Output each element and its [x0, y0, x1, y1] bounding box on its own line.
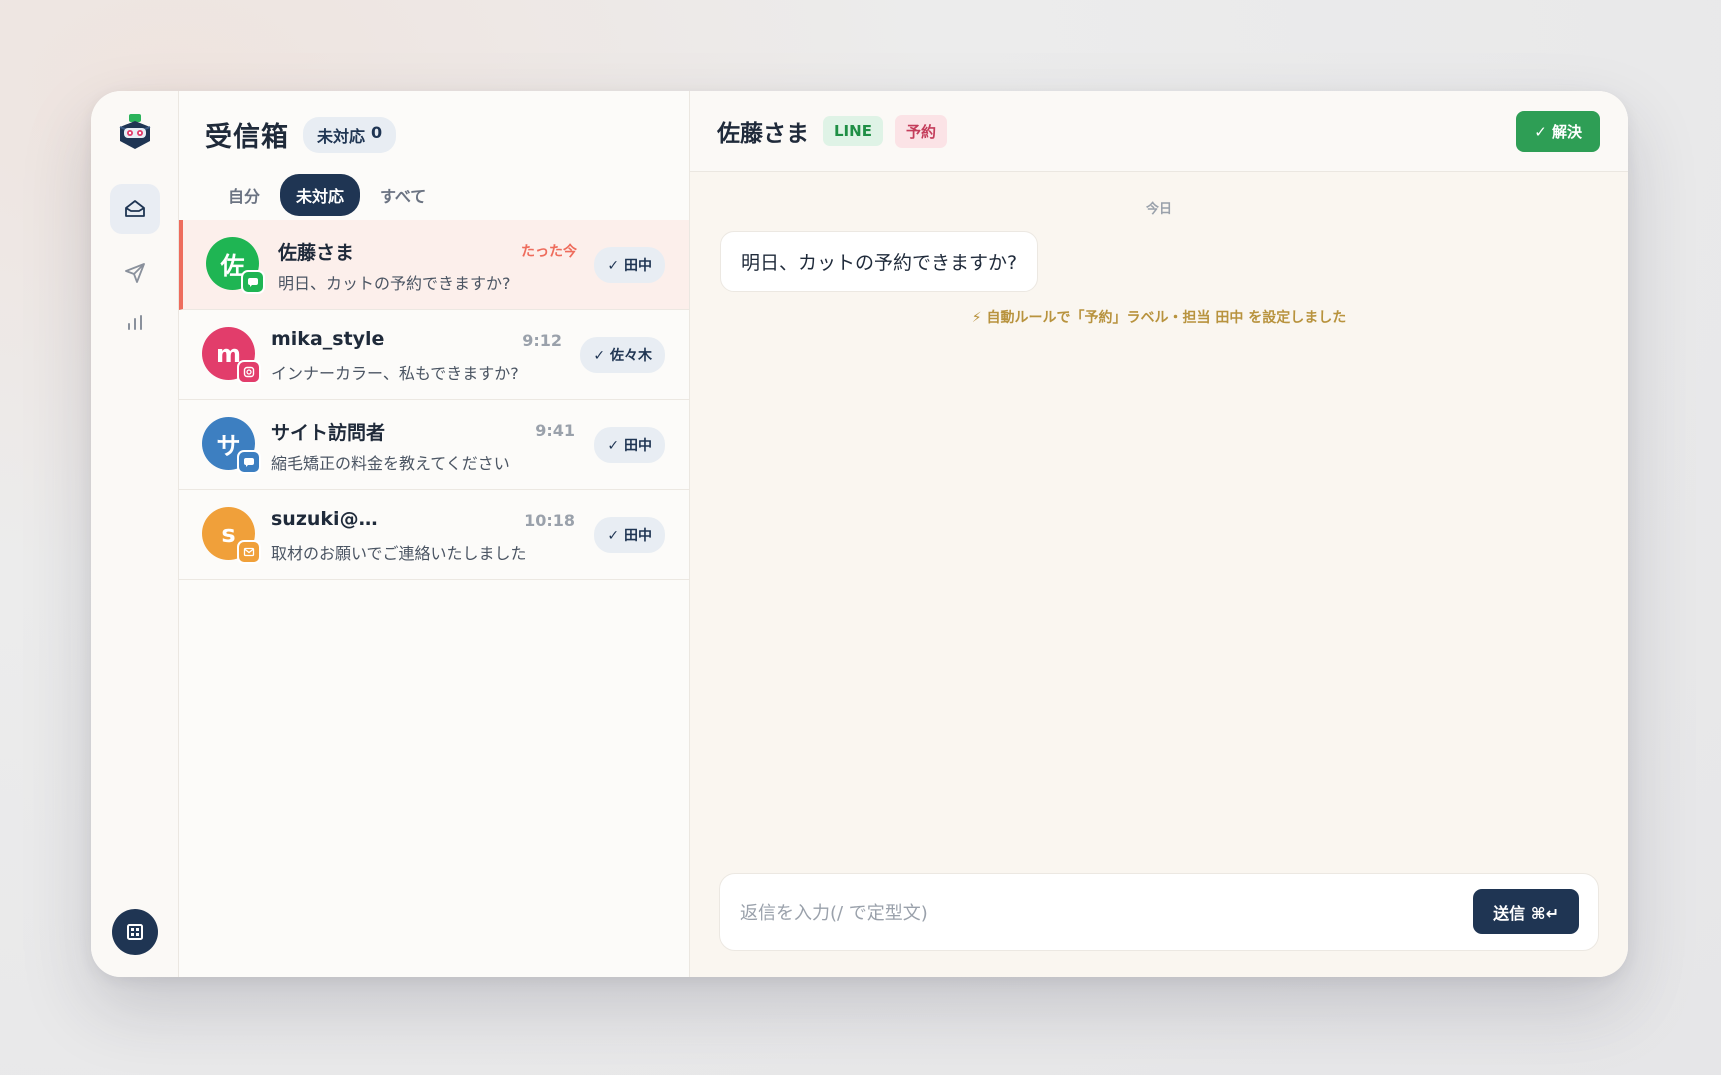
send-icon — [125, 263, 145, 283]
avatar: s — [202, 507, 261, 564]
conversation-preview: 明日、カットの予約できますか? — [278, 274, 511, 293]
nav-stats-button[interactable] — [110, 298, 160, 348]
conversation-item[interactable]: サ サイト訪問者 9:41 縮毛矯正の料金を教えてください ✓ 田中 — [179, 400, 689, 490]
avatar-initial: s — [221, 519, 236, 548]
assignee-badge[interactable]: ✓ 田中 — [594, 247, 665, 283]
tab-unhandled[interactable]: 未対応 — [280, 174, 361, 216]
incoming-message: 明日、カットの予約できますか? — [720, 231, 1039, 292]
instagram-icon — [237, 360, 261, 384]
bar-chart-icon — [128, 315, 142, 330]
unhandled-label: 未対応 — [317, 126, 366, 146]
send-button[interactable]: 送信 ⌘↵ — [1473, 889, 1579, 934]
organization-button[interactable] — [112, 909, 158, 955]
email-icon — [237, 540, 261, 564]
conversation-time: 10:18 — [524, 511, 575, 530]
sidebar-rail — [91, 91, 179, 977]
tab-mine[interactable]: 自分 — [212, 174, 276, 216]
avatar: m — [202, 327, 261, 384]
tab-all[interactable]: すべて — [364, 174, 442, 216]
inbox-header: 受信箱 未対応 0 自分 未対応 すべて — [179, 91, 689, 220]
nav-send-button[interactable] — [110, 248, 160, 298]
robot-box-logo[interactable] — [114, 113, 156, 155]
assignee-badge[interactable]: ✓ 佐々木 — [580, 337, 665, 373]
conversation-time: たった今 — [521, 244, 577, 260]
date-divider: 今日 — [1145, 202, 1172, 217]
conversation-name: サイト訪問者 — [271, 422, 386, 444]
conversation-time: 9:12 — [522, 331, 562, 350]
unhandled-count: 0 — [371, 122, 383, 142]
system-note: ⚡ 自動ルールで「予約」ラベル・担当 田中 を設定しました — [971, 310, 1347, 326]
channel-tag-line[interactable]: LINE — [823, 116, 883, 146]
conversation-item[interactable]: s suzuki@… 10:18 取材のお願いでご連絡いたしました ✓ 田中 — [179, 490, 689, 580]
avatar: サ — [202, 417, 261, 474]
conversation-preview: 取材のお願いでご連絡いたしました — [271, 544, 527, 563]
inbox-icon — [125, 200, 145, 217]
conversation-list-panel: 受信箱 未対応 0 自分 未対応 すべて 佐 佐藤さま たった今 明日、カットの… — [179, 91, 690, 977]
filter-tabs: 自分 未対応 すべて — [212, 174, 689, 216]
unhandled-count-badge: 未対応 0 — [303, 116, 397, 153]
app-window: 受信箱 未対応 0 自分 未対応 すべて 佐 佐藤さま たった今 明日、カットの… — [91, 91, 1628, 977]
reply-input[interactable] — [740, 874, 1440, 952]
conversation-time: 9:41 — [535, 421, 575, 440]
reply-composer: 送信 ⌘↵ — [719, 873, 1599, 952]
conversation-item[interactable]: m mika_style 9:12 インナーカラー、私もできますか? ✓ 佐々木 — [179, 310, 689, 400]
contact-name: 佐藤さま — [717, 121, 809, 147]
avatar: 佐 — [206, 237, 265, 294]
conversation-preview: インナーカラー、私もできますか? — [271, 364, 519, 383]
conversation-item[interactable]: 佐 佐藤さま たった今 明日、カットの予約できますか? ✓ 田中 — [179, 220, 689, 310]
assignee-badge[interactable]: ✓ 田中 — [594, 517, 665, 553]
conversation-name: suzuki@… — [271, 508, 378, 530]
resolve-button[interactable]: ✓ 解決 — [1516, 111, 1600, 152]
page-title: 受信箱 — [205, 122, 289, 153]
conversation-name: mika_style — [271, 328, 385, 350]
conversation-preview: 縮毛矯正の料金を教えてください — [271, 454, 510, 473]
conversation-name: 佐藤さま — [278, 242, 355, 264]
chat-header: 佐藤さま LINE 予約 ✓ 解決 — [690, 91, 1628, 172]
web-chat-icon — [237, 450, 261, 474]
line-icon — [241, 270, 265, 294]
nav-inbox-button[interactable] — [110, 184, 160, 234]
assignee-badge[interactable]: ✓ 田中 — [594, 427, 665, 463]
chat-panel: 佐藤さま LINE 予約 ✓ 解決 今日 明日、カットの予約できますか? ⚡ 自… — [690, 91, 1628, 977]
building-icon — [127, 924, 143, 940]
label-tag-reservation[interactable]: 予約 — [894, 114, 947, 148]
